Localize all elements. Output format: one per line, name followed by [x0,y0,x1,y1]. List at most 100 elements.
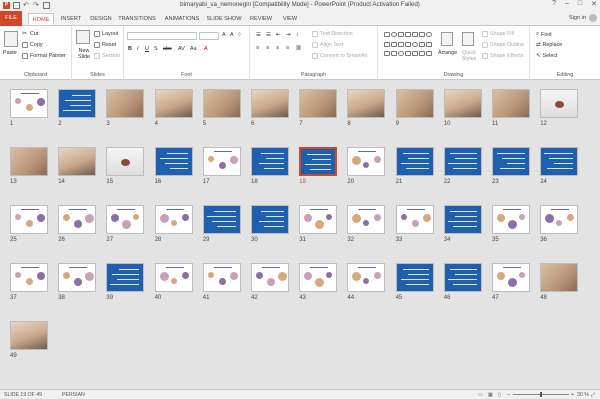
slide-sorter-view-icon[interactable]: ▦ [488,392,493,398]
slide-thumbnail[interactable] [395,205,434,234]
shadow-icon[interactable]: S [154,46,158,52]
grow-font-icon[interactable]: A [222,32,226,38]
close-icon[interactable]: ✕ [591,0,597,8]
shape-outline-button[interactable]: Shape Outline [482,42,524,48]
align-left-icon[interactable]: ≡ [256,45,259,51]
align-center-icon[interactable]: ≡ [266,45,269,51]
find-button[interactable]: ⌕ Find [536,31,552,38]
slide-thumbnail[interactable] [58,205,97,234]
zoom-level[interactable]: 30 % [577,392,589,398]
slide-thumbnail[interactable] [347,205,386,234]
slide-thumbnail[interactable] [443,89,482,118]
slide-thumbnail[interactable] [540,263,579,292]
user-avatar-icon[interactable] [589,14,597,22]
paste-icon[interactable] [4,31,18,47]
font-name-combo[interactable] [127,32,197,40]
slide-thumbnail[interactable] [10,147,48,176]
slide-thumbnail[interactable] [395,263,434,292]
slide-thumbnail[interactable] [154,205,193,234]
slide-thumbnail[interactable] [251,263,289,292]
convert-smartart-button[interactable]: Convert to SmartArt [312,53,368,59]
shape-option-icon[interactable] [391,41,397,47]
align-right-icon[interactable]: ≡ [276,45,279,51]
shape-option-icon[interactable] [384,32,390,37]
select-button[interactable]: ↖ Select [536,53,558,59]
tab-design[interactable]: DESIGN [88,13,114,25]
shape-option-icon[interactable] [405,51,411,57]
shape-option-icon[interactable] [398,51,404,57]
slide-thumbnail[interactable] [106,147,145,176]
slide-thumbnail[interactable] [492,147,530,176]
slide-thumbnail[interactable] [443,263,482,292]
reset-button[interactable]: Reset [94,42,116,48]
slide-thumbnail[interactable] [58,263,97,292]
slide-thumbnail[interactable] [299,147,338,176]
section-button[interactable]: Section [94,53,120,59]
shape-option-icon[interactable] [398,32,404,37]
tab-view[interactable]: VIEW [280,13,300,25]
shape-option-icon[interactable] [398,41,404,47]
underline-icon[interactable]: U [145,46,149,52]
slide-thumbnail[interactable] [106,205,145,234]
slide-thumbnail[interactable] [10,263,48,292]
columns-icon[interactable]: ▥ [296,45,301,51]
slide-thumbnail[interactable] [251,205,289,234]
slide-thumbnail[interactable] [154,147,193,176]
slide-thumbnail[interactable] [202,89,241,118]
change-case-icon[interactable]: Aa [190,46,197,52]
font-color-icon[interactable]: A [204,46,208,52]
bold-icon[interactable]: B [128,46,132,52]
clear-format-icon[interactable]: ◊ [238,32,241,38]
font-size-combo[interactable] [199,32,219,40]
shape-option-icon[interactable] [391,51,397,57]
quick-styles-button[interactable]: Quick Styles [458,50,480,62]
normal-view-icon[interactable]: ▭ [478,392,483,398]
bullets-icon[interactable]: ☰ [256,32,261,38]
slide-thumbnail[interactable] [347,147,386,176]
shape-option-icon[interactable] [426,51,432,57]
shape-option-icon[interactable] [419,51,425,57]
shape-option-icon[interactable] [405,41,411,47]
slide-thumbnail[interactable] [202,263,241,292]
slide-thumbnail[interactable] [106,89,145,118]
strikethrough-icon[interactable]: abc [163,46,172,52]
shape-option-icon[interactable] [412,41,418,47]
replace-button[interactable]: ⇄ Replace [536,42,562,48]
slide-thumbnail[interactable] [492,263,530,292]
zoom-out-icon[interactable]: – [507,392,510,398]
paste-button[interactable]: Paste [3,50,17,56]
quick-styles-icon[interactable] [462,32,474,46]
slide-thumbnail[interactable] [202,147,241,176]
shape-option-icon[interactable] [384,51,390,57]
decrease-indent-icon[interactable]: ⇤ [276,32,281,38]
zoom-slider[interactable] [513,392,569,397]
shape-option-icon[interactable] [405,32,411,37]
slide-thumbnail[interactable] [492,205,530,234]
new-slide-button[interactable]: New Slide [74,48,94,60]
minimize-icon[interactable]: – [565,0,569,8]
format-painter-button[interactable]: Format Painter [22,53,66,59]
shape-option-icon[interactable] [384,41,390,47]
slide-thumbnail[interactable] [540,205,579,234]
align-text-button[interactable]: Align Text [312,42,343,48]
help-icon[interactable]: ? [552,0,556,8]
shape-option-icon[interactable] [419,32,425,37]
shape-effects-button[interactable]: Shape Effects [482,53,523,59]
char-spacing-icon[interactable]: AV [178,46,185,52]
slide-thumbnail[interactable] [443,205,482,234]
text-direction-button[interactable]: Text Direction [312,31,353,37]
shape-option-icon[interactable] [412,51,418,57]
slide-thumbnail[interactable] [395,147,434,176]
tab-animations[interactable]: ANIMATIONS [162,13,202,25]
slide-thumbnail[interactable] [10,321,48,350]
slide-thumbnail[interactable] [540,147,579,176]
slide-thumbnail[interactable] [202,205,241,234]
slide-thumbnail[interactable] [492,89,530,118]
line-spacing-icon[interactable]: ↕ [296,32,299,38]
slide-thumbnail[interactable] [106,263,145,292]
slide-thumbnail[interactable] [299,89,338,118]
slide-thumbnail[interactable] [299,263,338,292]
shape-option-icon[interactable] [391,32,397,37]
tab-file[interactable]: FILE [0,11,22,26]
slide-thumbnail[interactable] [395,89,434,118]
